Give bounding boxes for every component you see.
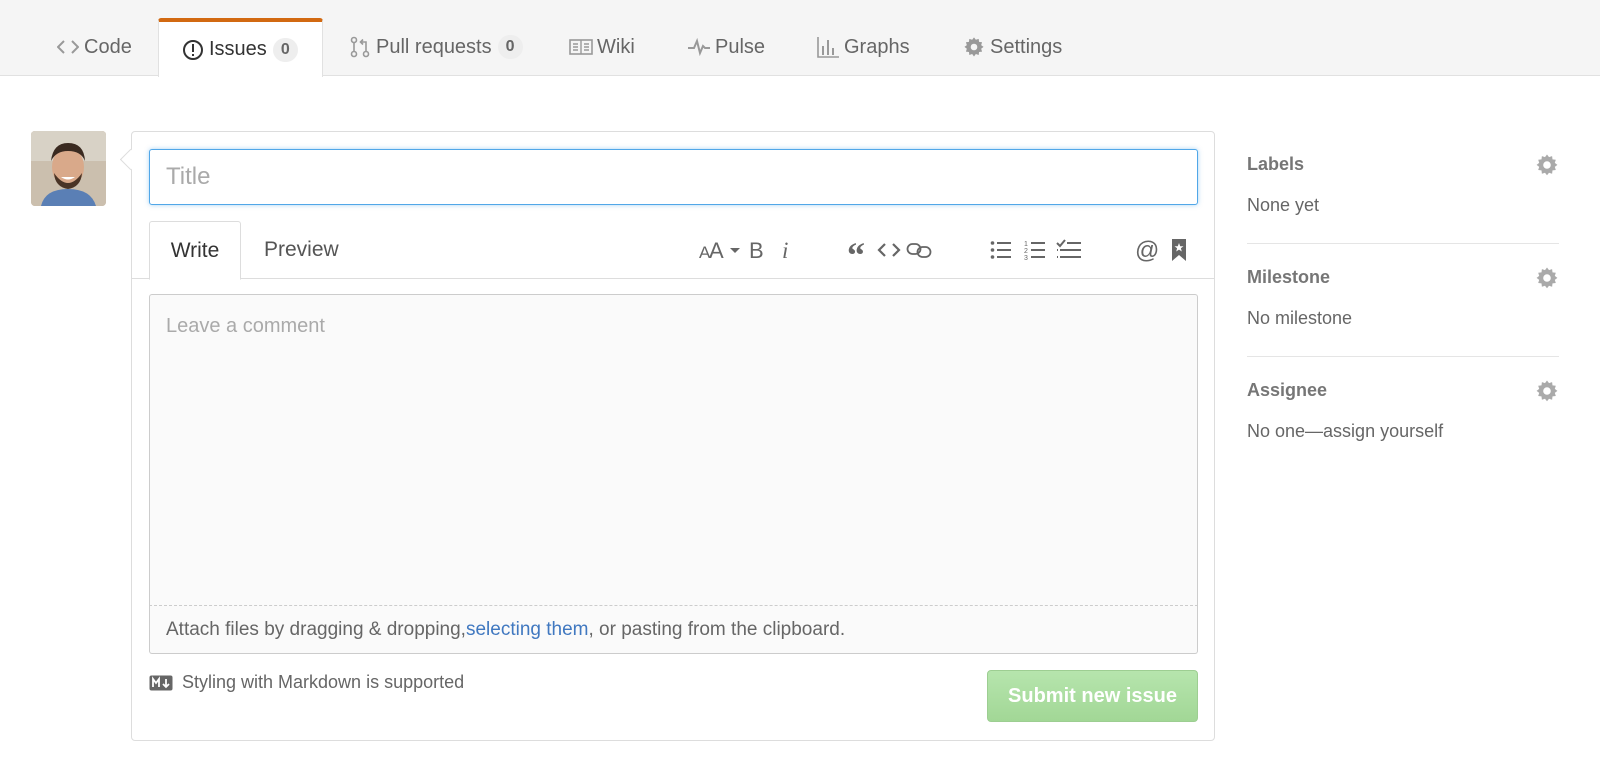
labels-value: None yet — [1247, 195, 1320, 215]
tab-wiki[interactable]: Wiki — [569, 18, 661, 76]
issues-counter: 0 — [272, 37, 298, 62]
italic-icon[interactable]: i — [772, 235, 802, 265]
gear-icon — [962, 35, 986, 59]
milestone-heading[interactable]: Milestone — [1247, 267, 1330, 288]
tab-code[interactable]: Code — [56, 18, 158, 76]
svg-text:3: 3 — [1024, 255, 1028, 261]
issue-opened-icon — [181, 38, 205, 62]
attach-text-before: Attach files by dragging & dropping, — [166, 618, 466, 640]
tab-pull-requests-label: Pull requests — [376, 35, 492, 58]
comment-textarea[interactable] — [149, 294, 1198, 606]
submit-new-issue-button[interactable]: Submit new issue — [987, 670, 1198, 722]
code-icon[interactable] — [874, 235, 904, 265]
graph-icon — [816, 35, 840, 59]
bold-icon[interactable]: B — [742, 235, 772, 265]
svg-text:B: B — [749, 239, 764, 261]
pulse-icon — [687, 35, 711, 59]
tab-code-label: Code — [84, 35, 132, 58]
mention-icon[interactable]: @ — [1130, 235, 1164, 265]
git-pull-request-icon — [348, 35, 372, 59]
repo-nav: Code Issues 0 Pull requests 0 Wiki Pulse… — [0, 0, 1600, 77]
assignee-gear-icon[interactable] — [1535, 379, 1559, 403]
title-input[interactable] — [149, 149, 1198, 205]
text-size-icon[interactable]: AA — [698, 235, 742, 265]
sidebar-milestone: Milestone No milestone — [1247, 244, 1559, 357]
sidebar-assignee: Assignee No one—assign yourself — [1247, 357, 1559, 470]
tab-pull-requests[interactable]: Pull requests 0 — [348, 18, 549, 76]
tab-preview[interactable]: Preview — [244, 221, 359, 279]
markdown-icon — [149, 675, 173, 691]
select-files-link[interactable]: selecting them — [466, 619, 589, 641]
editor-tabs: Write Preview AA B i “ 1 2 3 @ — [132, 221, 1214, 280]
task-list-icon[interactable] — [1052, 235, 1086, 265]
svg-text:“: “ — [847, 239, 865, 261]
tab-pulse[interactable]: Pulse — [687, 18, 791, 76]
tab-issues[interactable]: Issues 0 — [158, 18, 323, 77]
milestone-value: No milestone — [1247, 308, 1353, 328]
tab-settings-label: Settings — [990, 35, 1063, 58]
toolbar-format-group: AA B i — [698, 221, 802, 279]
sidebar-labels: Labels None yet — [1247, 131, 1559, 244]
labels-gear-icon[interactable] — [1535, 153, 1559, 177]
tab-graphs[interactable]: Graphs — [816, 18, 936, 76]
tab-pulse-label: Pulse — [715, 35, 766, 58]
milestone-gear-icon[interactable] — [1535, 266, 1559, 290]
tab-wiki-label: Wiki — [597, 35, 635, 58]
code-icon — [56, 35, 80, 59]
svg-text:i: i — [782, 239, 788, 261]
svg-text:@: @ — [1135, 238, 1159, 262]
saved-reply-icon[interactable] — [1164, 235, 1194, 265]
toolbar-insert-group: “ — [844, 221, 934, 279]
attach-text-after: , or pasting from the clipboard. — [588, 618, 846, 640]
svg-text:A: A — [709, 239, 724, 261]
svg-text:2: 2 — [1024, 248, 1028, 255]
labels-heading[interactable]: Labels — [1247, 154, 1304, 175]
ordered-list-icon[interactable]: 123 — [1018, 235, 1052, 265]
issue-sidebar: Labels None yet Milestone No milestone A… — [1247, 131, 1559, 470]
toolbar-mention-group: @ — [1130, 221, 1194, 279]
svg-text:1: 1 — [1024, 241, 1028, 248]
assignee-heading[interactable]: Assignee — [1247, 380, 1327, 401]
avatar[interactable] — [31, 131, 106, 206]
book-icon — [569, 35, 593, 59]
link-icon[interactable] — [904, 235, 934, 265]
file-attach-bar[interactable]: Attach files by dragging & dropping, sel… — [149, 606, 1198, 654]
unordered-list-icon[interactable] — [984, 235, 1018, 265]
toolbar-list-group: 123 — [984, 221, 1086, 279]
tab-graphs-label: Graphs — [844, 35, 910, 58]
tab-write[interactable]: Write — [149, 221, 241, 280]
tab-issues-label: Issues — [209, 38, 267, 60]
new-issue-form: Write Preview AA B i “ — [131, 131, 1215, 741]
pull-requests-counter: 0 — [497, 35, 523, 59]
assignee-value[interactable]: No one—assign yourself — [1247, 421, 1443, 442]
markdown-note-text: Styling with Markdown is supported — [182, 672, 465, 692]
tab-settings[interactable]: Settings — [962, 18, 1088, 76]
quote-icon[interactable]: “ — [844, 235, 874, 265]
markdown-note[interactable]: Styling with Markdown is supported — [149, 672, 464, 693]
